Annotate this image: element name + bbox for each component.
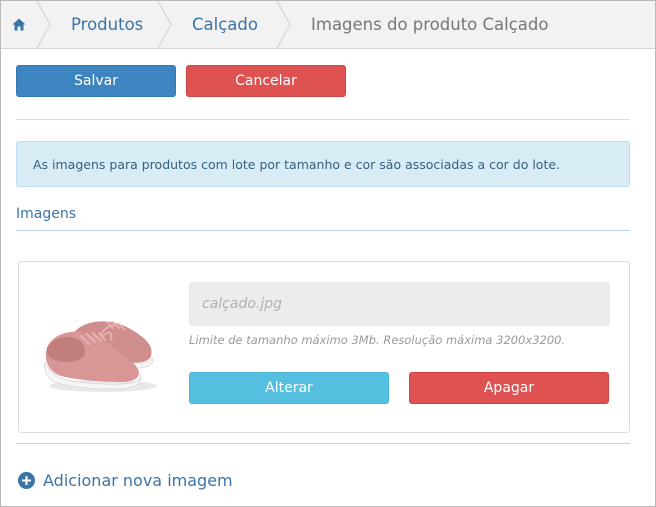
page-frame: Produtos Calçado Imagens do produto Calç… bbox=[0, 0, 656, 507]
add-image-label: Adicionar nova imagem bbox=[43, 471, 233, 490]
plus-circle-icon bbox=[18, 472, 35, 489]
delete-image-button[interactable]: Apagar bbox=[409, 372, 609, 404]
home-icon bbox=[12, 18, 26, 31]
breadcrumb-separator bbox=[37, 1, 51, 48]
save-button[interactable]: Salvar bbox=[16, 65, 176, 97]
size-limit-hint: Limite de tamanho máximo 3Mb. Resolução … bbox=[189, 333, 566, 347]
breadcrumb-separator bbox=[277, 1, 291, 48]
breadcrumb: Produtos Calçado Imagens do produto Calç… bbox=[1, 1, 655, 49]
pink-sneaker-image bbox=[44, 321, 157, 392]
info-alert: As imagens para produtos com lote por ta… bbox=[16, 141, 630, 187]
file-input[interactable]: calçado.jpg bbox=[189, 282, 610, 326]
add-image-link[interactable]: Adicionar nova imagem bbox=[18, 471, 233, 490]
breadcrumb-home[interactable] bbox=[1, 1, 37, 48]
file-input-placeholder: calçado.jpg bbox=[202, 296, 283, 312]
section-divider bbox=[16, 443, 630, 444]
breadcrumb-item-produtos[interactable]: Produtos bbox=[71, 1, 143, 48]
breadcrumb-item-current: Imagens do produto Calçado bbox=[311, 15, 549, 34]
section-divider bbox=[16, 230, 630, 231]
change-image-button[interactable]: Alterar bbox=[189, 372, 389, 404]
image-card: calçado.jpg Limite de tamanho máximo 3Mb… bbox=[18, 261, 630, 433]
info-alert-text: As imagens para produtos com lote por ta… bbox=[33, 156, 561, 172]
breadcrumb-separator bbox=[158, 1, 172, 48]
images-section-title: Imagens bbox=[16, 206, 77, 222]
cancel-button[interactable]: Cancelar bbox=[186, 65, 346, 97]
divider bbox=[16, 119, 630, 120]
breadcrumb-item-calcado[interactable]: Calçado bbox=[192, 1, 258, 48]
